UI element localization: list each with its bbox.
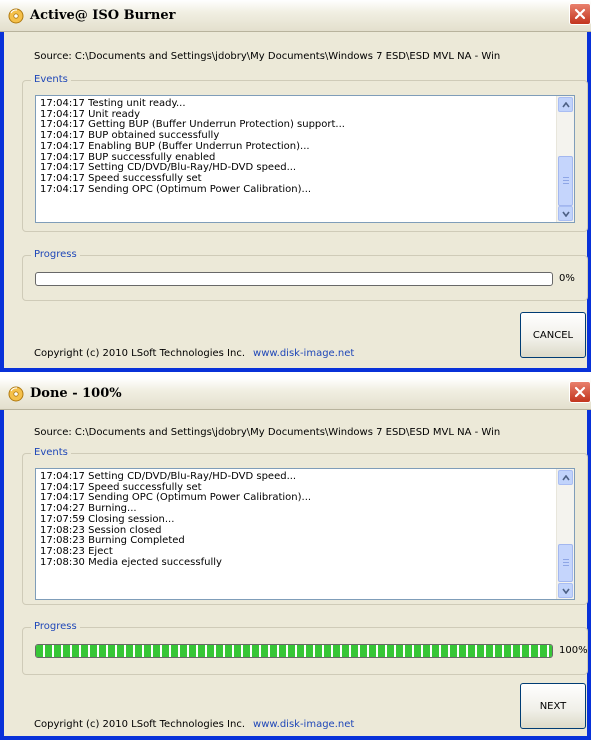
title-bar[interactable]: Active@ ISO Burner xyxy=(0,0,591,32)
progress-group: Progress 100% xyxy=(22,621,588,675)
done-window: Done - 100% Source: C:\Documents and Set… xyxy=(0,378,591,740)
events-scrollbar[interactable] xyxy=(556,469,574,599)
window-title: Active@ ISO Burner xyxy=(30,8,176,23)
events-log[interactable]: 17:04:17 Testing unit ready... 17:04:17 U… xyxy=(35,95,575,223)
events-lines: 17:04:17 Setting CD/DVD/Blu-Ray/HD-DVD s… xyxy=(40,471,554,568)
scroll-up-icon xyxy=(562,102,570,108)
copyright: Copyright (c) 2010 LSoft Technologies In… xyxy=(34,719,354,730)
copyright: Copyright (c) 2010 LSoft Technologies In… xyxy=(34,348,354,359)
website-link[interactable]: www.disk-image.net xyxy=(253,348,354,359)
progress-bar xyxy=(35,644,553,658)
progress-bar xyxy=(35,272,553,286)
source-path: Source: C:\Documents and Settings\jdobry… xyxy=(34,51,501,62)
event-line: 17:07:59 Closing session... xyxy=(40,513,175,525)
scroll-up-button[interactable] xyxy=(558,470,573,485)
scroll-up-button[interactable] xyxy=(558,97,573,112)
events-label: Events xyxy=(31,447,71,458)
close-icon xyxy=(574,8,586,20)
scroll-up-icon xyxy=(562,475,570,481)
close-button[interactable] xyxy=(569,3,591,25)
progress-group: Progress 0% xyxy=(22,249,588,301)
app-icon xyxy=(8,386,24,402)
event-line: 17:08:30 Media ejected successfully xyxy=(40,556,222,568)
title-bar[interactable]: Done - 100% xyxy=(0,378,591,410)
website-link[interactable]: www.disk-image.net xyxy=(253,719,354,730)
close-button[interactable] xyxy=(569,381,591,403)
next-button[interactable]: NEXT xyxy=(520,683,586,729)
app-icon xyxy=(8,8,24,24)
events-log[interactable]: 17:04:17 Setting CD/DVD/Blu-Ray/HD-DVD s… xyxy=(35,468,575,600)
events-group: Events 17:04:17 Setting CD/DVD/Blu-Ray/H… xyxy=(22,447,588,605)
copyright-text: Copyright (c) 2010 LSoft Technologies In… xyxy=(34,719,246,730)
progress-percent: 0% xyxy=(559,273,575,284)
scroll-down-button[interactable] xyxy=(558,206,573,221)
progress-fill xyxy=(36,645,552,657)
progress-label: Progress xyxy=(31,249,80,260)
event-line: 17:04:17 Enabling BUP (Buffer Underrun P… xyxy=(40,140,310,152)
scroll-down-button[interactable] xyxy=(558,583,573,598)
progress-label: Progress xyxy=(31,621,80,632)
scroll-down-icon xyxy=(562,588,570,594)
source-path: Source: C:\Documents and Settings\jdobry… xyxy=(34,427,501,438)
event-line: 17:08:23 Burning Completed xyxy=(40,535,185,547)
window-title: Done - 100% xyxy=(30,386,122,401)
events-lines: 17:04:17 Testing unit ready... 17:04:17 U… xyxy=(40,98,554,195)
events-scrollbar[interactable] xyxy=(556,96,574,222)
event-line: 17:04:17 Sending OPC (Optimum Power Cali… xyxy=(40,183,312,195)
iso-burner-window: Active@ ISO Burner Source: C:\Documents … xyxy=(0,0,591,372)
close-icon xyxy=(574,386,586,398)
copyright-text: Copyright (c) 2010 LSoft Technologies In… xyxy=(34,348,246,359)
scroll-thumb[interactable] xyxy=(558,156,573,206)
scroll-down-icon xyxy=(562,211,570,217)
cancel-button[interactable]: CANCEL xyxy=(520,312,586,358)
scroll-thumb[interactable] xyxy=(558,544,573,582)
progress-percent: 100% xyxy=(559,645,588,656)
events-label: Events xyxy=(31,74,71,85)
events-group: Events 17:04:17 Testing unit ready... 17:… xyxy=(22,74,588,232)
